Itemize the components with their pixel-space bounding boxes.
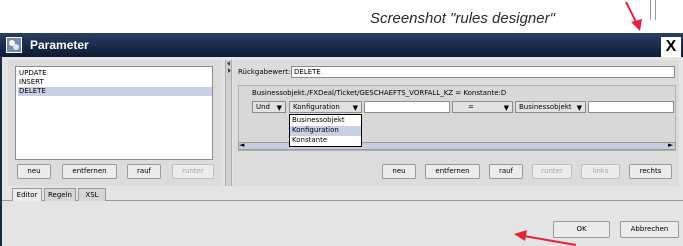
operator-select-value: = [468,103,474,111]
left-entfernen-button[interactable]: entfernen [62,164,117,179]
return-value-label: Rückgabewert: [238,68,291,76]
operator-select[interactable]: = ▼ [452,101,513,113]
list-item[interactable]: UPDATE [18,69,212,78]
logic-select-value: Und [256,103,271,111]
dropdown-option[interactable]: Konstante [292,136,327,144]
target-select[interactable]: Businessobjekt ▼ [515,101,586,113]
dropdown-option[interactable]: Businessobjekt [292,116,345,124]
window-title: Parameter [30,38,89,52]
list-item[interactable]: DELETE [18,87,212,96]
tab-regeln[interactable]: Regeln [44,188,76,201]
category-dropdown[interactable]: Businessobjekt Konfiguration Konstante [289,114,362,147]
scroll-right-icon[interactable]: ► [668,141,673,149]
chevron-down-icon: ▼ [352,104,358,112]
splitter[interactable] [225,60,232,186]
right-neu-button[interactable]: neu [382,164,416,179]
right-entfernen-button[interactable]: entfernen [425,164,480,179]
expression-text: Businessobjekt./FXDeal/Ticket/GESCHAEFTS… [252,89,507,97]
return-value-field[interactable]: DELETE [291,66,675,78]
value-input[interactable] [364,101,450,113]
category-select-value: Konfiguration [293,103,340,111]
chevron-down-icon: ▼ [503,104,509,112]
right-links-button[interactable]: links [581,164,620,179]
arrow-bottom-icon [514,230,577,246]
chevron-down-icon: ▼ [576,104,582,112]
dropdown-option[interactable]: Konfiguration [290,126,361,136]
parameter-window-icon [6,37,22,53]
left-runter-button[interactable]: runter [172,164,214,179]
category-select[interactable]: Konfiguration ▼ [289,101,362,113]
splitter-arrows-icon[interactable] [226,60,232,74]
target-value-input[interactable] [588,101,674,113]
left-rauf-button[interactable]: rauf [127,164,161,179]
right-rauf-button[interactable]: rauf [489,164,523,179]
right-runter-button[interactable]: runter [532,164,572,179]
window-titlebar[interactable]: Parameter [0,33,683,57]
left-neu-button[interactable]: neu [17,164,51,179]
cancel-button[interactable]: Abbrechen [620,221,679,238]
screenshot-caption: Screenshot "rules designer" [370,10,555,27]
target-select-value: Businessobjekt [519,103,572,111]
tab-editor[interactable]: Editor [12,188,42,201]
scroll-left-icon[interactable]: ◄ [239,141,244,149]
arrow-top-icon [625,1,642,31]
list-item[interactable]: INSERT [18,78,212,87]
logic-select[interactable]: Und ▼ [252,101,286,113]
chevron-down-icon: ▼ [276,104,282,112]
background-window-edge [650,0,656,20]
close-button[interactable]: X [661,37,681,57]
rule-list[interactable]: UPDATE INSERT DELETE [15,66,213,160]
right-rechts-button[interactable]: rechts [629,164,672,179]
tab-xsl[interactable]: XSL [78,188,106,201]
